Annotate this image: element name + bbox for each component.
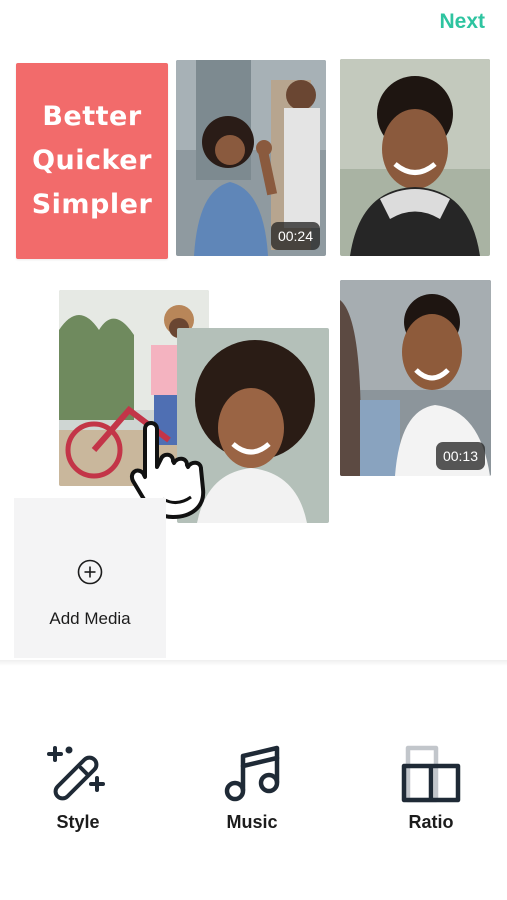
music-note-icon — [224, 745, 280, 802]
ratio-label: Ratio — [408, 812, 454, 832]
magic-wand-icon — [47, 746, 105, 801]
style-label: Style — [56, 812, 100, 832]
toolbar-divider — [0, 660, 507, 666]
photo-man-smiling-hoodie-image — [340, 59, 490, 256]
style-button[interactable]: Style — [18, 744, 138, 833]
add-media-button[interactable]: Add Media — [14, 498, 166, 658]
promo-line-1: Better — [42, 101, 142, 132]
photo-man-laughing[interactable]: 00:13 — [340, 280, 491, 476]
next-button[interactable]: Next — [439, 10, 485, 34]
ratio-icon — [401, 745, 461, 803]
music-label: Music — [226, 812, 278, 832]
photo-woman-waving[interactable]: 00:24 — [176, 60, 326, 256]
music-button[interactable]: Music — [192, 744, 312, 833]
photo-man-smiling-hoodie[interactable] — [340, 59, 490, 256]
promo-line-2: Quicker — [32, 145, 152, 176]
add-media-label: Add Media — [49, 609, 131, 628]
promo-tile[interactable]: Better Quicker Simpler — [16, 63, 168, 259]
plus-circle-icon — [77, 559, 103, 585]
duration-badge: 00:24 — [270, 222, 320, 250]
promo-line-3: Simpler — [31, 189, 153, 220]
duration-badge: 00:13 — [435, 442, 485, 470]
ratio-button[interactable]: Ratio — [371, 744, 491, 833]
